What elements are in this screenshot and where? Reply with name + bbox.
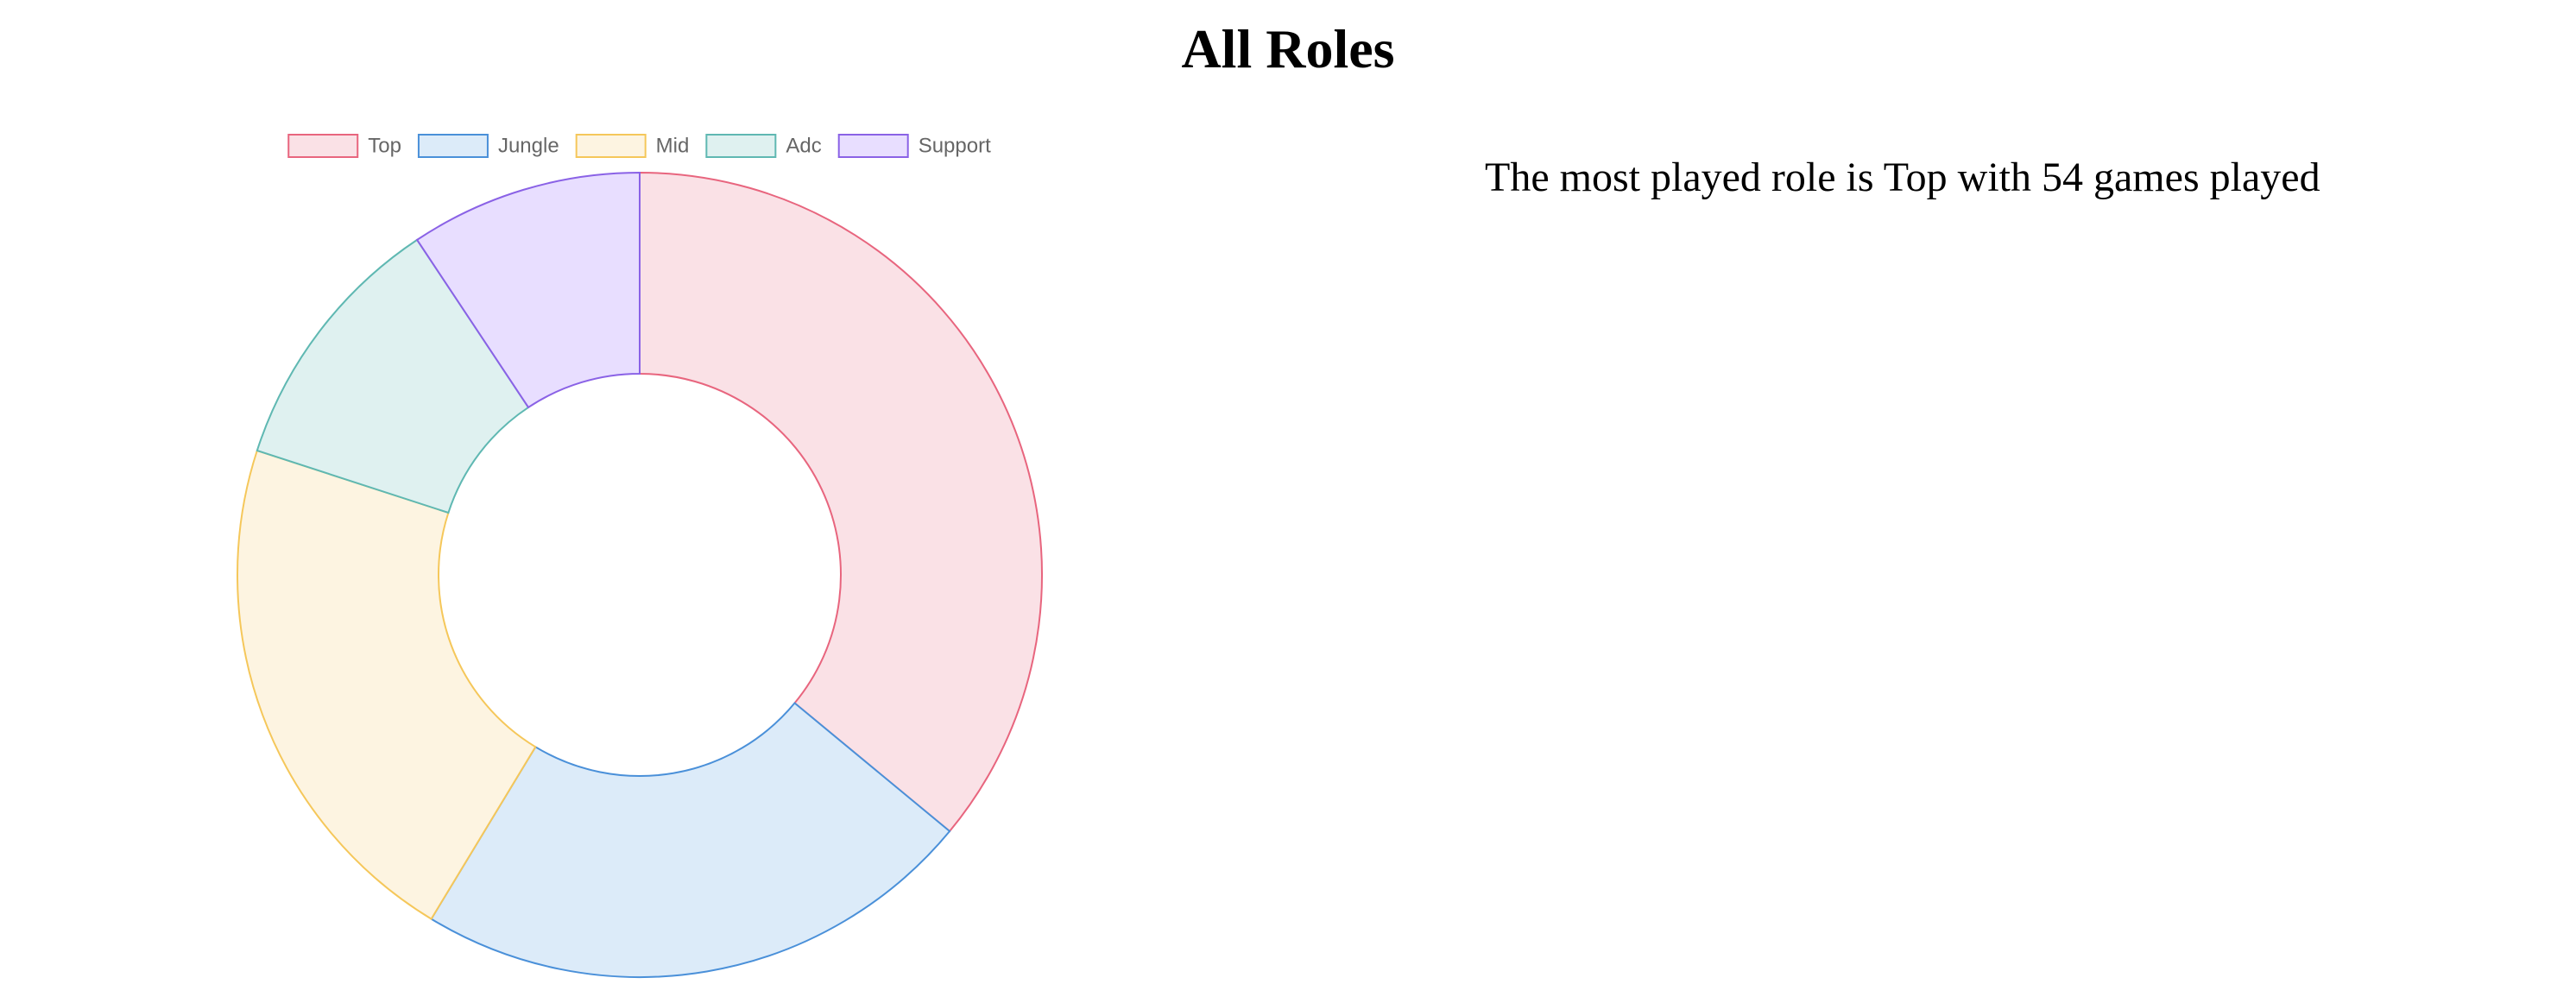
legend-label-top: Top (368, 134, 401, 157)
legend-item-mid[interactable]: Mid (575, 134, 690, 158)
chart-svg: Top Jungle Mid Adc Support (237, 134, 1044, 978)
legend-swatch-support (837, 134, 909, 158)
legend-item-jungle[interactable]: Jungle (417, 134, 559, 158)
role-doughnut-chart: Top Jungle Mid Adc Support (0, 112, 1278, 1003)
slice-top[interactable] (639, 171, 1044, 833)
legend-swatch-mid (575, 134, 647, 158)
legend-swatch-top (287, 134, 359, 158)
chart-legend: Top Jungle Mid Adc Support (287, 134, 991, 158)
legend-swatch-adc (705, 134, 777, 158)
page-title: All Roles (1181, 18, 1395, 79)
legend-label-adc: Adc (786, 134, 821, 157)
legend-label-jungle: Jungle (498, 134, 559, 157)
legend-item-top[interactable]: Top (287, 134, 401, 158)
legend-label-support: Support (919, 134, 991, 157)
legend-item-adc[interactable]: Adc (705, 134, 822, 158)
legend-swatch-jungle (417, 134, 489, 158)
most-played-summary: The most played role is Top with 54 game… (1485, 155, 2320, 200)
legend-item-support[interactable]: Support (837, 134, 991, 158)
chart-slices (237, 171, 1044, 978)
legend-label-mid: Mid (656, 134, 690, 157)
